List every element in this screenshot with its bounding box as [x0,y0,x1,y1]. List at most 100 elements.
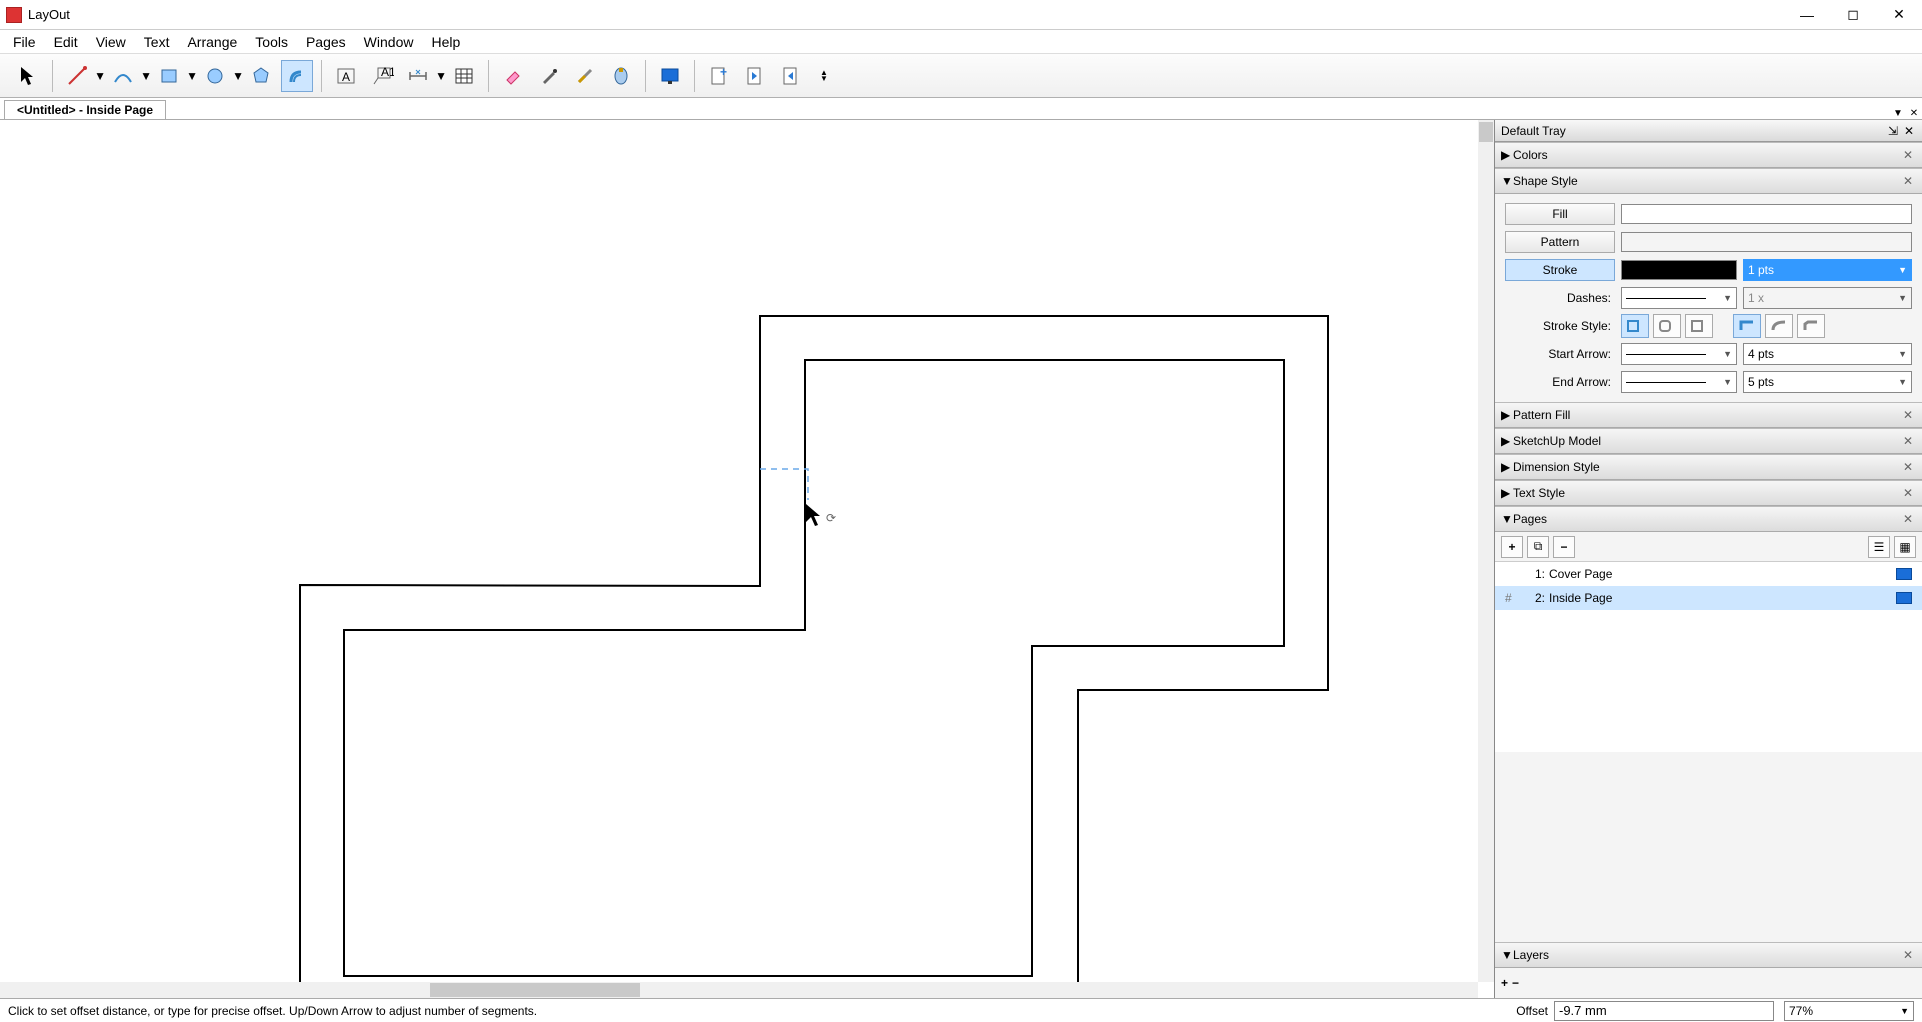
cap-round[interactable] [1653,314,1681,338]
panel-colors-close[interactable]: ✕ [1900,148,1916,162]
page-name: Cover Page [1549,567,1612,581]
startarrow-size[interactable]: 4 pts▼ [1743,343,1912,365]
remove-page-button[interactable]: − [1553,536,1575,558]
stroke-toggle[interactable]: Stroke [1505,259,1615,281]
dimension-tool[interactable] [402,60,434,92]
menu-text[interactable]: Text [135,31,179,53]
menu-help[interactable]: Help [422,31,469,53]
erase-tool[interactable] [497,60,529,92]
table-tool[interactable] [448,60,480,92]
stroke-width-combo[interactable]: 1 pts▼ [1743,259,1912,281]
pattern-toggle[interactable]: Pattern [1505,231,1615,253]
panel-shape-style[interactable]: ▼Shape Style✕ [1495,168,1922,194]
tray-close-icon[interactable]: ✕ [1902,124,1916,138]
horizontal-scrollbar[interactable] [0,982,1478,998]
maximize-button[interactable]: ◻ [1830,0,1876,30]
join-miter[interactable] [1733,314,1761,338]
stroke-swatch[interactable] [1621,260,1737,280]
panel-layers[interactable]: ▼Layers✕ [1495,942,1922,968]
duplicate-page-button[interactable]: ⧉ [1527,536,1549,558]
panel-text-style[interactable]: ▶Text Style✕ [1495,480,1922,506]
page-item-2[interactable]: # 2: Inside Page [1495,586,1922,610]
panel-patternfill-close[interactable]: ✕ [1900,408,1916,422]
arc-tool[interactable] [107,60,139,92]
menu-edit[interactable]: Edit [45,31,87,53]
add-page-button[interactable]: + [1501,536,1523,558]
join-round[interactable] [1765,314,1793,338]
label-tool[interactable]: A1 [366,60,398,92]
screen-icon[interactable] [1896,568,1912,580]
endarrow-size[interactable]: 5 pts▼ [1743,371,1912,393]
remove-layer-button[interactable]: − [1512,976,1519,990]
polygon-tool[interactable] [245,60,277,92]
vertical-scrollbar[interactable] [1478,120,1494,982]
menu-view[interactable]: View [87,31,135,53]
list-view-button[interactable]: ☰ [1868,536,1890,558]
cap-flat[interactable] [1621,314,1649,338]
panel-sketchup-model[interactable]: ▶SketchUp Model✕ [1495,428,1922,454]
presentation-tool[interactable] [654,60,686,92]
join-tool[interactable] [605,60,637,92]
cap-square[interactable] [1685,314,1713,338]
page-item-1[interactable]: 1: Cover Page [1495,562,1922,586]
zoom-combo[interactable]: 77%▼ [1784,1001,1914,1021]
prev-page-tool[interactable] [739,60,771,92]
fill-swatch[interactable] [1621,204,1912,224]
canvas-area[interactable]: ⟳ [0,120,1494,998]
panel-textstyle-label: Text Style [1513,486,1565,500]
offset-label: Offset [1516,1004,1554,1018]
offset-tool[interactable] [281,60,313,92]
arc-tool-dropdown[interactable]: ▼ [141,69,151,83]
next-page-tool[interactable] [775,60,807,92]
screen-icon[interactable] [1896,592,1912,604]
menu-file[interactable]: File [4,31,45,53]
panel-patternfill-label: Pattern Fill [1513,408,1570,422]
shape-style-body: Fill Pattern Stroke 1 pts▼ Dashes: ▼ 1 x… [1495,194,1922,402]
tab-close[interactable]: ✕ [1906,108,1922,119]
menu-window[interactable]: Window [355,31,423,53]
tray-header[interactable]: Default Tray ⇲✕ [1495,120,1922,142]
toolbar-overflow[interactable]: ▲▼ [819,70,829,82]
add-page-tool[interactable]: + [703,60,735,92]
panel-dimension-style[interactable]: ▶Dimension Style✕ [1495,454,1922,480]
thumb-view-button[interactable]: ▦ [1894,536,1916,558]
select-tool[interactable] [12,60,44,92]
line-tool-dropdown[interactable]: ▼ [95,69,105,83]
dashes-combo[interactable]: ▼ [1621,287,1737,309]
split-tool[interactable] [569,60,601,92]
panel-pattern-fill[interactable]: ▶Pattern Fill✕ [1495,402,1922,428]
panel-sketchup-close[interactable]: ✕ [1900,434,1916,448]
panel-shapestyle-close[interactable]: ✕ [1900,174,1916,188]
tab-dropdown[interactable]: ▼ [1890,108,1906,119]
add-layer-button[interactable]: + [1501,976,1508,990]
rectangle-tool-dropdown[interactable]: ▼ [187,69,197,83]
panel-colors[interactable]: ▶Colors✕ [1495,142,1922,168]
menu-arrange[interactable]: Arrange [178,31,246,53]
startarrow-combo[interactable]: ▼ [1621,343,1737,365]
menu-pages[interactable]: Pages [297,31,355,53]
menu-tools[interactable]: Tools [246,31,297,53]
document-tab[interactable]: <Untitled> - Inside Page [4,100,166,119]
close-button[interactable]: ✕ [1876,0,1922,30]
tray-pin-icon[interactable]: ⇲ [1886,124,1900,138]
panel-pages-close[interactable]: ✕ [1900,512,1916,526]
rectangle-tool[interactable] [153,60,185,92]
endarrow-combo[interactable]: ▼ [1621,371,1737,393]
join-bevel[interactable] [1797,314,1825,338]
fill-toggle[interactable]: Fill [1505,203,1615,225]
line-tool[interactable] [61,60,93,92]
style-tool[interactable] [533,60,565,92]
offset-input[interactable] [1554,1001,1774,1021]
panel-textstyle-close[interactable]: ✕ [1900,486,1916,500]
panel-pages[interactable]: ▼Pages✕ [1495,506,1922,532]
text-tool[interactable]: A [330,60,362,92]
circle-tool-dropdown[interactable]: ▼ [233,69,243,83]
circle-tool[interactable] [199,60,231,92]
panel-dimstyle-close[interactable]: ✕ [1900,460,1916,474]
drawing-canvas[interactable]: ⟳ [0,120,1478,982]
minimize-button[interactable]: — [1784,0,1830,30]
pattern-swatch[interactable] [1621,232,1912,252]
dimension-tool-dropdown[interactable]: ▼ [436,69,446,83]
panel-layers-close[interactable]: ✕ [1900,948,1916,962]
dash-scale-combo[interactable]: 1 x▼ [1743,287,1912,309]
